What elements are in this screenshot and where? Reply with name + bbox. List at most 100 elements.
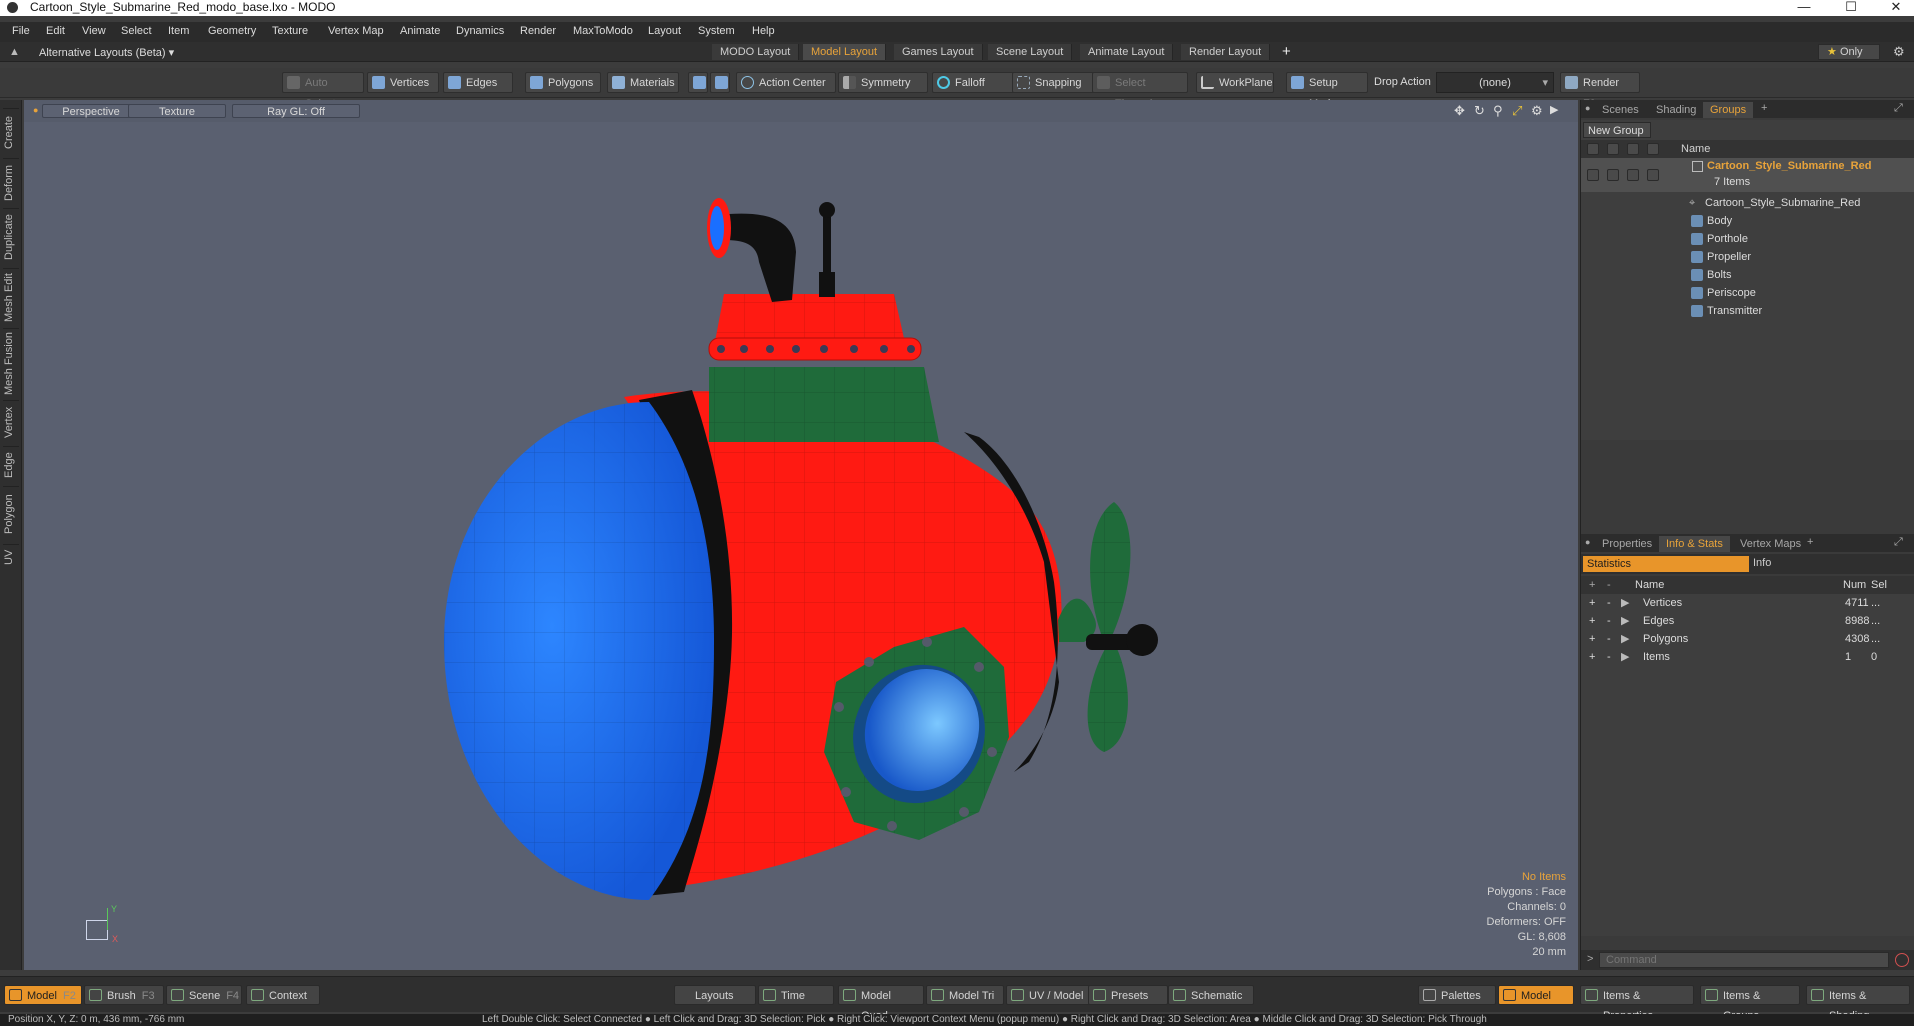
brush-mode-button[interactable]: Brush F3 <box>84 985 164 1005</box>
new-group-button[interactable]: New Group <box>1583 122 1651 138</box>
menu-view[interactable]: View <box>82 25 106 37</box>
menu-maxtomodo[interactable]: MaxToModo <box>573 25 633 37</box>
time-button[interactable]: Time <box>758 985 834 1005</box>
select-icon[interactable] <box>1647 169 1659 181</box>
remove-all-icon[interactable]: - <box>1607 576 1611 594</box>
close-button[interactable]: ✕ <box>1878 0 1914 16</box>
edges-button[interactable]: Edges <box>443 72 513 93</box>
tab-scene-layout[interactable]: Scene Layout <box>988 44 1073 60</box>
render-button[interactable]: Render F9 <box>1560 72 1640 110</box>
tab-uv[interactable]: UV <box>3 544 19 570</box>
lock-icon[interactable] <box>1627 169 1639 181</box>
select-through-button[interactable]: Select Through <box>1092 72 1188 110</box>
items-groups-button[interactable]: Items & Groups <box>1700 985 1800 1022</box>
tab-vertex-maps[interactable]: Vertex Maps <box>1733 536 1808 552</box>
only-toggle[interactable]: ★ Only <box>1818 44 1880 60</box>
alternative-layouts-dropdown[interactable]: Alternative Layouts (Beta) ▾ <box>39 46 174 59</box>
minimize-button[interactable]: — <box>1786 0 1822 16</box>
statistics-tab[interactable]: Statistics <box>1583 556 1749 572</box>
render-col-icon[interactable] <box>1607 143 1619 155</box>
tab-properties[interactable]: Properties <box>1595 536 1659 552</box>
raygl-button[interactable]: Ray GL: Off <box>232 104 360 118</box>
maximize-button[interactable]: ☐ <box>1833 0 1869 16</box>
tab-polygon[interactable]: Polygon <box>3 486 19 542</box>
expand-panel-icon[interactable]: ⤢ <box>1894 536 1903 549</box>
group-name[interactable]: Cartoon_Style_Submarine_Red <box>1707 160 1871 172</box>
info-tab[interactable]: Info <box>1753 557 1771 569</box>
submarine-model[interactable] <box>24 122 1578 970</box>
add-tab-icon[interactable]: + <box>1807 536 1813 548</box>
add-all-icon[interactable]: + <box>1589 576 1595 594</box>
add-tab-icon[interactable]: + <box>1761 102 1767 114</box>
tab-create[interactable]: Create <box>3 108 19 156</box>
group-row[interactable]: Cartoon_Style_Submarine_Red 7 Items <box>1581 158 1914 192</box>
vertices-button[interactable]: Vertices <box>367 72 439 93</box>
menu-system[interactable]: System <box>698 25 735 37</box>
model-quad-button[interactable]: Model Quad <box>838 985 924 1022</box>
tab-animate-layout[interactable]: Animate Layout <box>1080 44 1174 60</box>
lock-col-icon[interactable] <box>1627 143 1639 155</box>
expand-arrow-icon[interactable]: ▶ <box>1621 612 1629 630</box>
menu-geometry[interactable]: Geometry <box>208 25 256 37</box>
layout-toggle-icon[interactable]: ▲ <box>9 46 20 58</box>
zoom-icon[interactable]: ⚲ <box>1493 103 1503 119</box>
falloff-button[interactable]: Falloff <box>932 72 1022 93</box>
tree-item-transmitter[interactable]: Transmitter <box>1581 302 1914 320</box>
items-shading-button[interactable]: Items & Shading <box>1806 985 1910 1022</box>
tab-mesh-edit[interactable]: Mesh Edit <box>3 268 19 326</box>
tab-edge[interactable]: Edge <box>3 446 19 484</box>
stats-row-vertices[interactable]: + - ▶ Vertices 4711 ... <box>1581 594 1914 612</box>
expand-panel-icon[interactable]: ⤢ <box>1894 102 1903 115</box>
select-col-icon[interactable] <box>1647 143 1659 155</box>
panel-menu-icon[interactable]: ● <box>1585 537 1590 547</box>
stats-row-polygons[interactable]: + - ▶ Polygons 4308 ... <box>1581 630 1914 648</box>
menu-file[interactable]: File <box>12 25 30 37</box>
pan-icon[interactable]: ✥ <box>1454 103 1465 119</box>
action-center-button[interactable]: Action Center <box>736 72 836 93</box>
tree-item-body[interactable]: Body <box>1581 212 1914 230</box>
menu-item[interactable]: Item <box>168 25 189 37</box>
expand-arrow-icon[interactable]: ▶ <box>1621 630 1629 648</box>
model-panel-button[interactable]: Model <box>1498 985 1574 1005</box>
stats-row-items[interactable]: + - ▶ Items 1 0 <box>1581 648 1914 666</box>
settings-icon[interactable]: ⚙ <box>1531 103 1543 119</box>
tab-render-layout[interactable]: Render Layout <box>1181 44 1271 60</box>
tab-modo-layout[interactable]: MODO Layout <box>712 44 800 60</box>
schematic-button[interactable]: Schematic <box>1168 985 1254 1005</box>
workplane-button[interactable]: WorkPlane <box>1196 72 1274 93</box>
select-mode-button-a[interactable] <box>688 72 708 93</box>
record-icon[interactable] <box>1895 953 1909 967</box>
items-properties-button[interactable]: Items & Properties <box>1580 985 1694 1022</box>
menu-vertex-map[interactable]: Vertex Map <box>328 25 384 37</box>
menu-texture[interactable]: Texture <box>272 25 308 37</box>
name-column-header[interactable]: Name <box>1681 143 1710 155</box>
tree-item-periscope[interactable]: Periscope <box>1581 284 1914 302</box>
3d-viewport[interactable]: ● Perspective Texture Ray GL: Off ✥ ↻ ⚲ … <box>24 100 1578 970</box>
render-icon[interactable] <box>1607 169 1619 181</box>
tab-scenes[interactable]: Scenes <box>1595 102 1646 118</box>
tree-item-propeller[interactable]: Propeller <box>1581 248 1914 266</box>
shading-texture-button[interactable]: Texture <box>128 104 226 118</box>
setup-mode-button[interactable]: Setup Mode <box>1286 72 1368 110</box>
eye-icon[interactable] <box>1587 169 1599 181</box>
context-button[interactable]: Context <box>246 985 320 1005</box>
snapping-button[interactable]: Snapping <box>1012 72 1098 93</box>
uv-model-button[interactable]: UV / Model <box>1006 985 1092 1005</box>
polygons-button[interactable]: Polygons <box>525 72 601 93</box>
visibility-col-icon[interactable] <box>1587 143 1599 155</box>
expand-arrow-icon[interactable]: ▶ <box>1550 103 1558 116</box>
expand-arrow-icon[interactable]: ▶ <box>1621 648 1629 666</box>
fit-icon[interactable]: ⤢ <box>1512 103 1522 119</box>
viewport-dot-icon[interactable]: ● <box>33 105 38 115</box>
tab-games-layout[interactable]: Games Layout <box>894 44 983 60</box>
menu-help[interactable]: Help <box>752 25 775 37</box>
stats-row-edges[interactable]: + - ▶ Edges 8988 ... <box>1581 612 1914 630</box>
menu-render[interactable]: Render <box>520 25 556 37</box>
tab-model-layout[interactable]: Model Layout <box>803 44 887 60</box>
view-perspective-button[interactable]: Perspective <box>42 104 140 118</box>
auto-select-button[interactable]: Auto Select <box>282 72 364 110</box>
drop-action-select[interactable]: (none) ▾ <box>1436 72 1554 93</box>
scene-mode-button[interactable]: Scene F4 <box>166 985 242 1005</box>
tab-vertex[interactable]: Vertex <box>3 400 19 444</box>
tab-shading[interactable]: Shading <box>1649 102 1703 118</box>
